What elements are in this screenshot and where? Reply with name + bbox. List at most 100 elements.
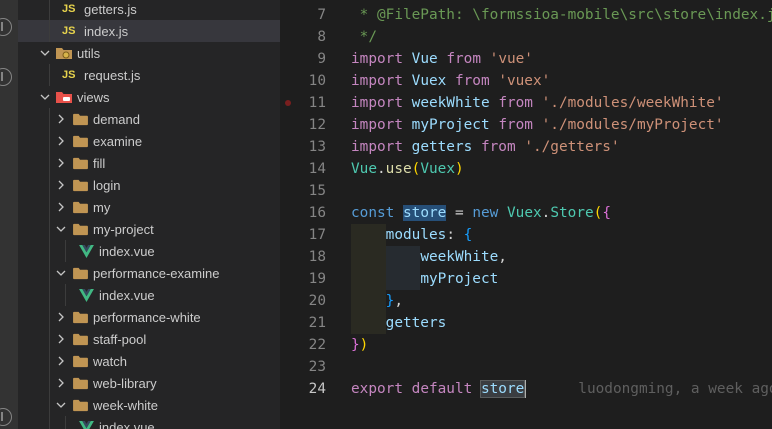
utils-folder-icon (56, 45, 72, 61)
line-number: 13 (308, 139, 326, 155)
account-icon[interactable] (0, 408, 12, 426)
code-line[interactable]: 14 Vue.use(Vuex) (280, 158, 772, 180)
code-token: { (602, 205, 611, 221)
code-token: getters (385, 315, 447, 331)
code-token: Vue (411, 51, 438, 67)
code-line[interactable]: 11 import weekWhite from './modules/weekW… (280, 92, 772, 114)
tree-item-label: getters.js (84, 1, 137, 17)
indent-guide (49, 262, 50, 284)
folder-item[interactable]: week-white (18, 394, 280, 416)
file-item[interactable]: JS getters.js (18, 0, 280, 20)
code-token: use (385, 161, 412, 177)
run-debug-icon[interactable] (0, 18, 12, 36)
chevron-right-icon[interactable] (56, 174, 66, 196)
code-line[interactable]: 7 * @FilePath: \formssioa-mobile\src\sto… (280, 4, 772, 26)
chevron-right-icon[interactable] (56, 152, 66, 174)
code-line[interactable]: 19 myProject (280, 268, 772, 290)
folder-item[interactable]: performance-examine (18, 262, 280, 284)
chevron-down-icon[interactable] (56, 218, 66, 240)
line-number: 24 (308, 381, 326, 397)
line-number: 20 (308, 293, 326, 309)
file-item[interactable]: index.vue (18, 416, 280, 429)
code-line[interactable]: 17 modules: { (280, 224, 772, 246)
folder-item[interactable]: fill (18, 152, 280, 174)
code-line[interactable]: 12 import myProject from './modules/myPro… (280, 114, 772, 136)
file-item[interactable]: JS request.js (18, 64, 280, 86)
folder-item[interactable]: utils (18, 42, 280, 64)
chevron-right-icon[interactable] (56, 372, 66, 394)
code-text: import getters from './getters' (351, 136, 620, 158)
chevron-down-icon[interactable] (40, 86, 50, 108)
line-number: 21 (308, 315, 326, 331)
extensions-icon[interactable] (0, 68, 12, 86)
chevron-right-icon[interactable] (56, 108, 66, 130)
code-line[interactable]: 23 (280, 356, 772, 378)
code-editor[interactable]: 7 * @FilePath: \formssioa-mobile\src\sto… (280, 0, 772, 429)
folder-icon (72, 353, 88, 369)
folder-item[interactable]: demand (18, 108, 280, 130)
chevron-right-icon[interactable] (56, 196, 66, 218)
folder-item[interactable]: watch (18, 350, 280, 372)
chevron-down-icon[interactable] (56, 394, 66, 416)
code-line[interactable]: 9 import Vue from 'vue' (280, 48, 772, 70)
code-line[interactable]: 22}) (280, 334, 772, 356)
chevron-right-icon[interactable] (56, 328, 66, 350)
code-token: Vuex (411, 73, 447, 89)
code-line[interactable]: 24 export default store luodongming, a we… (280, 378, 772, 400)
chevron-right-icon[interactable] (56, 130, 66, 152)
folder-item[interactable]: my-project (18, 218, 280, 240)
code-token: ) (359, 337, 369, 353)
tree-item-label: index.js (84, 23, 129, 39)
file-item[interactable]: JS index.js (18, 20, 280, 42)
folder-item[interactable]: staff-pool (18, 328, 280, 350)
code-line[interactable]: 21 getters (280, 312, 772, 334)
chevron-right-icon[interactable] (56, 306, 66, 328)
folder-icon (72, 177, 88, 193)
tree-item-label: index.vue (99, 287, 155, 303)
chevron-right-icon[interactable] (56, 350, 66, 372)
code-line[interactable]: 8 */ (280, 26, 772, 48)
folder-item[interactable]: views (18, 86, 280, 108)
line-number: 18 (308, 249, 326, 265)
folder-item[interactable]: examine (18, 130, 280, 152)
code-line[interactable]: 16 const store = new Vuex.Store({ (280, 202, 772, 224)
code-token: from (454, 73, 490, 89)
chevron-down-icon[interactable] (40, 42, 50, 64)
code-token: './getters' (524, 139, 620, 155)
code-line[interactable]: 18 weekWhite, (280, 246, 772, 268)
code-line[interactable]: 10 import Vuex from 'vuex' (280, 70, 772, 92)
file-item[interactable]: index.vue (18, 284, 280, 306)
folder-item[interactable]: login (18, 174, 280, 196)
code-token: default (411, 381, 473, 397)
code-token: Vuex (507, 205, 542, 221)
code-line[interactable]: 20 }, (280, 290, 772, 312)
folder-item[interactable]: my (18, 196, 280, 218)
folder-item[interactable]: performance-white (18, 306, 280, 328)
tree-item-label: index.vue (99, 419, 155, 429)
code-text: }, (351, 290, 403, 312)
code-line[interactable]: 13 import getters from './getters' (280, 136, 772, 158)
indent-guide (49, 240, 50, 262)
code-token: import (351, 73, 403, 89)
tree-item-label: examine (93, 133, 143, 149)
folder-item[interactable]: web-library (18, 372, 280, 394)
explorer-sidebar: JS getters.js JS index.js utils JS request.js v… (18, 0, 280, 429)
file-item[interactable]: index.vue (18, 240, 280, 262)
code-token: weekWhite (411, 95, 490, 111)
chevron-down-icon[interactable] (56, 262, 66, 284)
vue-file-icon (78, 287, 94, 303)
tree-item-label: utils (77, 45, 101, 61)
code-line[interactable]: 15 (280, 180, 772, 202)
